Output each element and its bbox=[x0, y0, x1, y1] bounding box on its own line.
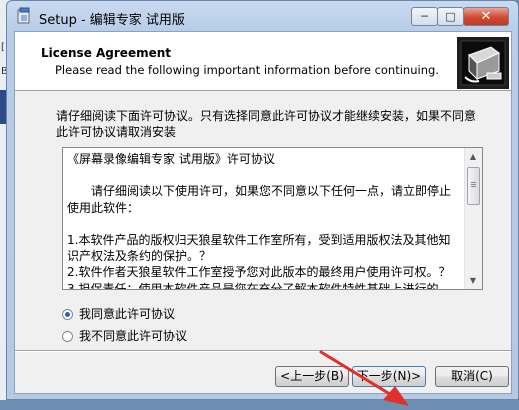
radio-unselected-icon bbox=[62, 331, 73, 342]
license-line: 《屏幕录像编辑专家 试用版》许可协议 bbox=[67, 152, 275, 166]
maximize-icon: □ bbox=[445, 10, 456, 23]
license-line: 2.软件作者天狼星软件工作室授予您对此版本的最终用户使用许可权。？ bbox=[67, 265, 451, 280]
window-title: Setup - 编辑专家 试用版 bbox=[39, 13, 185, 28]
minimize-button[interactable]: ─ bbox=[411, 7, 438, 26]
decline-radio[interactable]: 我不同意此许可协议 bbox=[62, 327, 187, 344]
page-subtitle: Please read the following important info… bbox=[55, 63, 439, 77]
red-arrow-icon bbox=[319, 350, 409, 406]
title-bar[interactable]: Setup - 编辑专家 试用版 ─ □ ✕ bbox=[7, 1, 518, 31]
close-button[interactable]: ✕ bbox=[463, 7, 509, 26]
license-line: 3.担保责任：使用本软件产品是您在充分了解本软件特性基础上进行的， bbox=[67, 281, 451, 290]
background-bracket-glyph: [ bbox=[1, 42, 5, 53]
cancel-button[interactable]: 取消(C) bbox=[435, 366, 509, 387]
license-line: 1.本软件产品的版权归天狼星软件工作室所有，受到适用版权法及其他知识产权法及条约… bbox=[67, 233, 451, 264]
close-icon: ✕ bbox=[480, 9, 492, 24]
accept-radio[interactable]: 我同意此许可协议 bbox=[62, 305, 175, 322]
accept-label: 我同意此许可协议 bbox=[79, 307, 176, 321]
wizard-header: License Agreement Please read the follow… bbox=[15, 32, 511, 91]
scroll-thumb[interactable] bbox=[467, 167, 480, 205]
radio-selected-icon bbox=[62, 309, 73, 320]
button-divider bbox=[15, 350, 511, 352]
minimize-icon: ─ bbox=[421, 10, 428, 23]
page-title: License Agreement bbox=[41, 46, 172, 60]
setup-window: Setup - 编辑专家 试用版 ─ □ ✕ License Agreement… bbox=[6, 0, 519, 406]
wizard-page: License Agreement Please read the follow… bbox=[14, 31, 512, 406]
instruction-text: 请仔细阅读下面许可协议。只有选择同意此许可协议才能继续安装，如果不同意此许可协议… bbox=[56, 109, 477, 139]
decline-label: 我不同意此许可协议 bbox=[79, 329, 188, 343]
license-text-box[interactable]: 《屏幕录像编辑专家 试用版》许可协议 请仔细阅读以下使用许可，如果您不同意以下任… bbox=[62, 147, 483, 290]
maximize-button[interactable]: □ bbox=[437, 7, 464, 26]
license-line bbox=[67, 167, 461, 183]
setup-icon bbox=[17, 7, 30, 24]
scroll-up-icon[interactable]: ▲ bbox=[465, 148, 481, 165]
computer-install-icon bbox=[457, 37, 509, 89]
license-line bbox=[67, 216, 461, 232]
scroll-grip-icon bbox=[471, 182, 476, 183]
scroll-down-icon[interactable]: ▼ bbox=[465, 272, 481, 289]
license-line: 请仔细阅读以下使用许可，如果您不同意以下任何一点，请立即停止使用此软件： bbox=[67, 184, 452, 215]
vertical-scrollbar[interactable]: ▲ ▼ bbox=[464, 148, 482, 289]
license-text: 《屏幕录像编辑专家 试用版》许可协议 请仔细阅读以下使用许可，如果您不同意以下任… bbox=[67, 151, 461, 290]
